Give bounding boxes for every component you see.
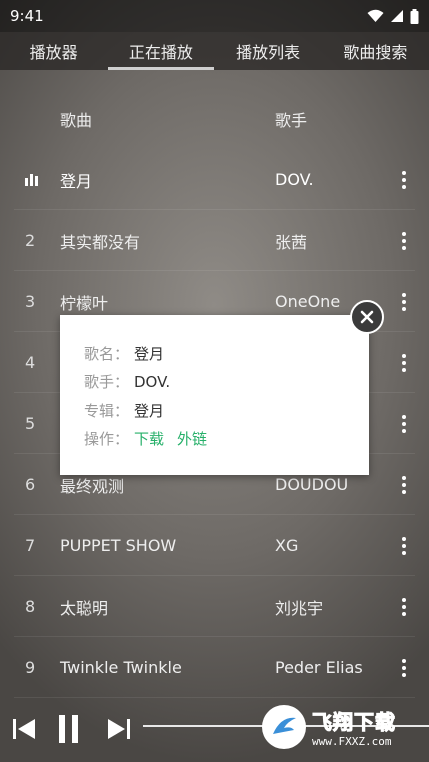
song-info-popup: 歌名： 登月 歌手： DOV. 专辑： 登月 操作： 下载 外链	[60, 315, 369, 475]
song-index: 9	[25, 658, 36, 677]
tab-song-search[interactable]: 歌曲搜索	[322, 32, 429, 70]
song-title: 最终观测	[60, 476, 125, 496]
now-playing-indicator	[0, 173, 60, 186]
pause-button[interactable]	[57, 714, 81, 744]
skip-next-icon	[108, 718, 130, 739]
song-title: 其实都没有	[60, 232, 141, 252]
tab-playlist[interactable]: 播放列表	[215, 32, 322, 70]
tab-label: 正在播放	[128, 43, 193, 62]
wifi-icon	[367, 9, 384, 22]
popup-album-label: 专辑：	[84, 401, 130, 420]
more-options-icon[interactable]	[379, 353, 429, 372]
status-bar: 9:41	[0, 0, 429, 32]
more-options-icon[interactable]	[379, 414, 429, 433]
popup-album: 登月	[134, 401, 165, 420]
more-options-icon[interactable]	[379, 536, 429, 555]
popup-actions-label: 操作：	[84, 430, 130, 449]
list-item[interactable]: 8 太聪明 刘兆宇	[0, 576, 429, 637]
song-title: 登月	[60, 171, 93, 191]
more-options-icon[interactable]	[379, 170, 429, 189]
watermark-text: 飞翔下载 www.FXXZ.com	[312, 706, 396, 749]
list-item[interactable]: 登月 DOV.	[0, 149, 429, 210]
external-link[interactable]: 外链	[177, 428, 207, 449]
song-index: 8	[25, 597, 36, 616]
song-artist: 张茜	[275, 232, 308, 252]
song-index: 2	[25, 231, 36, 250]
song-index: 7	[25, 536, 36, 555]
status-time: 9:41	[10, 7, 44, 25]
song-index: 5	[25, 414, 36, 433]
watermark-url: www.FXXZ.com	[312, 735, 392, 748]
pause-icon	[59, 714, 78, 743]
watermark-title: 飞翔下载	[312, 710, 396, 735]
song-index: 4	[25, 353, 36, 372]
download-link[interactable]: 下载	[134, 428, 164, 449]
more-options-icon[interactable]	[379, 597, 429, 616]
close-icon	[360, 310, 374, 324]
list-header: 歌曲 歌手	[0, 88, 429, 149]
artist-column-header: 歌手	[275, 110, 308, 130]
list-item[interactable]: 7 PUPPET SHOW XG	[0, 515, 429, 576]
popup-song-name-row: 歌名： 登月	[84, 339, 345, 368]
song-index: 3	[25, 292, 36, 311]
song-artist: XG	[275, 536, 299, 555]
previous-button[interactable]	[12, 717, 36, 741]
tab-player[interactable]: 播放器	[0, 32, 107, 70]
song-title: 太聪明	[60, 598, 109, 618]
watermark: 飞翔下载 www.FXXZ.com	[262, 702, 420, 752]
list-item[interactable]: 9 Twinkle Twinkle Peder Elias	[0, 637, 429, 698]
popup-song-name-label: 歌名：	[84, 344, 130, 363]
tab-bar: 播放器 正在播放 播放列表 歌曲搜索	[0, 32, 429, 70]
song-artist: 刘兆宇	[275, 598, 324, 618]
popup-artist-label: 歌手：	[84, 373, 130, 392]
popup-song-name: 登月	[134, 344, 165, 363]
popup-artist-row: 歌手： DOV.	[84, 368, 345, 397]
status-icons	[367, 8, 419, 24]
popup-album-row: 专辑： 登月	[84, 396, 345, 425]
tab-label: 歌曲搜索	[343, 43, 408, 62]
battery-icon	[410, 8, 419, 24]
song-title: Twinkle Twinkle	[60, 658, 182, 677]
equalizer-icon	[25, 173, 60, 186]
song-artist: DOUDOU	[275, 475, 349, 494]
song-index: 6	[25, 475, 36, 494]
more-options-icon[interactable]	[379, 231, 429, 250]
song-column-header: 歌曲	[60, 110, 93, 130]
close-popup-button[interactable]	[350, 300, 384, 334]
next-button[interactable]	[107, 717, 131, 741]
song-title: PUPPET SHOW	[60, 536, 177, 555]
signal-icon	[391, 10, 403, 22]
tab-now-playing[interactable]: 正在播放	[107, 32, 214, 70]
watermark-logo-icon	[262, 705, 306, 749]
list-item[interactable]: 2 其实都没有 张茜	[0, 210, 429, 271]
more-options-icon[interactable]	[379, 658, 429, 677]
popup-actions-row: 操作： 下载 外链	[84, 425, 345, 454]
tab-label: 播放列表	[236, 43, 301, 62]
tab-label: 播放器	[29, 43, 78, 62]
skip-previous-icon	[13, 718, 35, 739]
song-artist: DOV.	[275, 170, 314, 189]
more-options-icon[interactable]	[379, 475, 429, 494]
song-artist: Peder Elias	[275, 658, 363, 677]
song-title: 柠檬叶	[60, 293, 109, 313]
more-options-icon[interactable]	[379, 292, 429, 311]
popup-artist: DOV.	[134, 372, 171, 391]
